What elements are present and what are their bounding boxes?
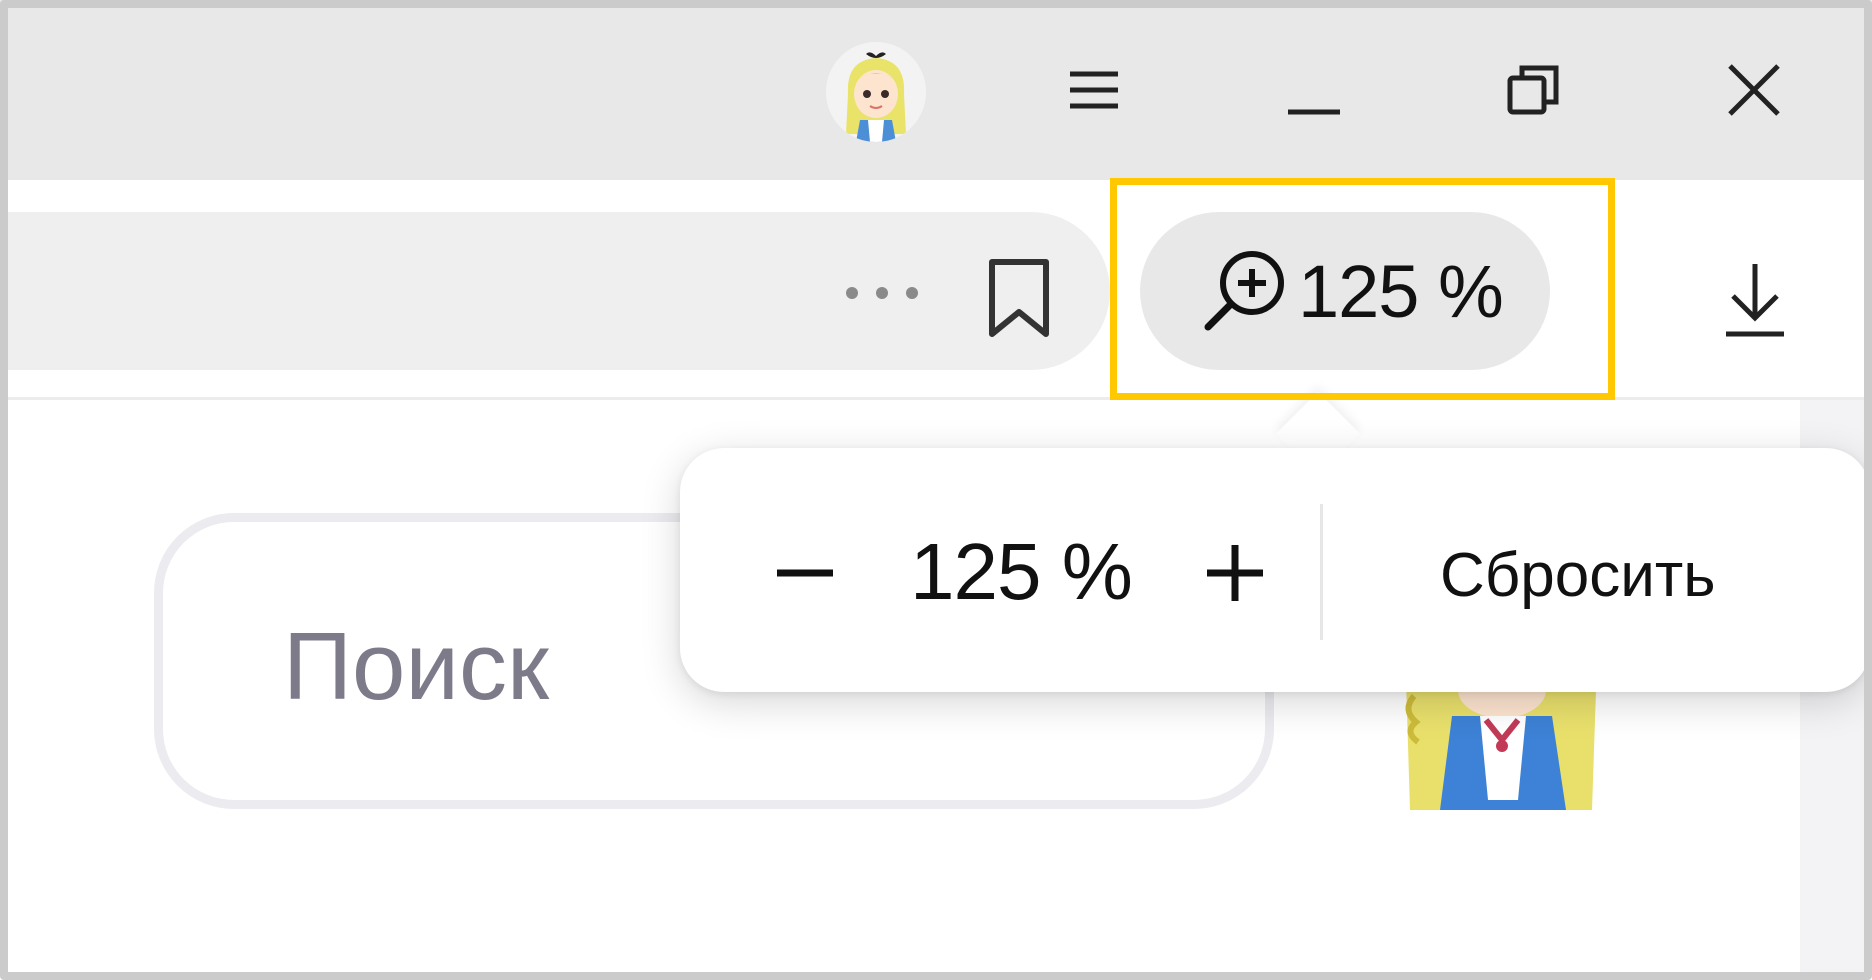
zoom-popup: 125 % Сбросить	[680, 448, 1870, 692]
zoom-popup-value: 125 %	[910, 527, 1133, 616]
avatar-image	[826, 42, 926, 142]
download-icon[interactable]	[1700, 245, 1810, 355]
minimize-icon[interactable]	[1254, 30, 1374, 150]
more-dots-icon[interactable]	[832, 258, 932, 328]
zoom-out-button[interactable]	[750, 518, 860, 628]
reset-zoom-button[interactable]: Сбросить	[1440, 540, 1716, 611]
minus-icon	[777, 569, 833, 577]
popup-divider	[1320, 504, 1323, 640]
bookmark-icon[interactable]	[974, 248, 1064, 348]
profile-avatar[interactable]	[826, 42, 926, 142]
zoom-in-button[interactable]	[1180, 518, 1290, 628]
restore-icon[interactable]	[1474, 30, 1594, 150]
close-icon[interactable]	[1694, 30, 1814, 150]
zoom-highlight-frame	[1110, 178, 1615, 400]
search-placeholder: Поиск	[283, 613, 550, 720]
hamburger-menu-icon[interactable]	[1034, 30, 1154, 150]
plus-icon	[1207, 545, 1263, 601]
address-bar[interactable]	[0, 212, 1110, 370]
